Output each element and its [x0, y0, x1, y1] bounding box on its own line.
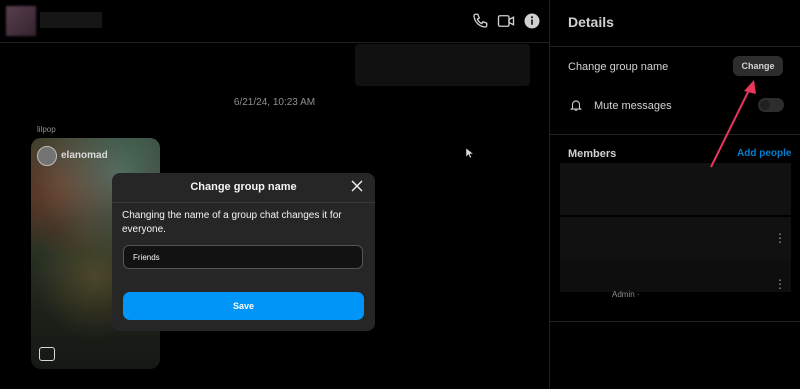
close-icon[interactable]: [350, 179, 364, 193]
change-group-name-dialog: Change group name Changing the name of a…: [112, 173, 375, 331]
save-button[interactable]: Save: [123, 292, 364, 320]
divider: [112, 202, 375, 203]
group-name-input[interactable]: [123, 245, 363, 269]
dialog-description: Changing the name of a group chat change…: [122, 210, 342, 235]
dialog-title: Change group name: [190, 181, 297, 193]
